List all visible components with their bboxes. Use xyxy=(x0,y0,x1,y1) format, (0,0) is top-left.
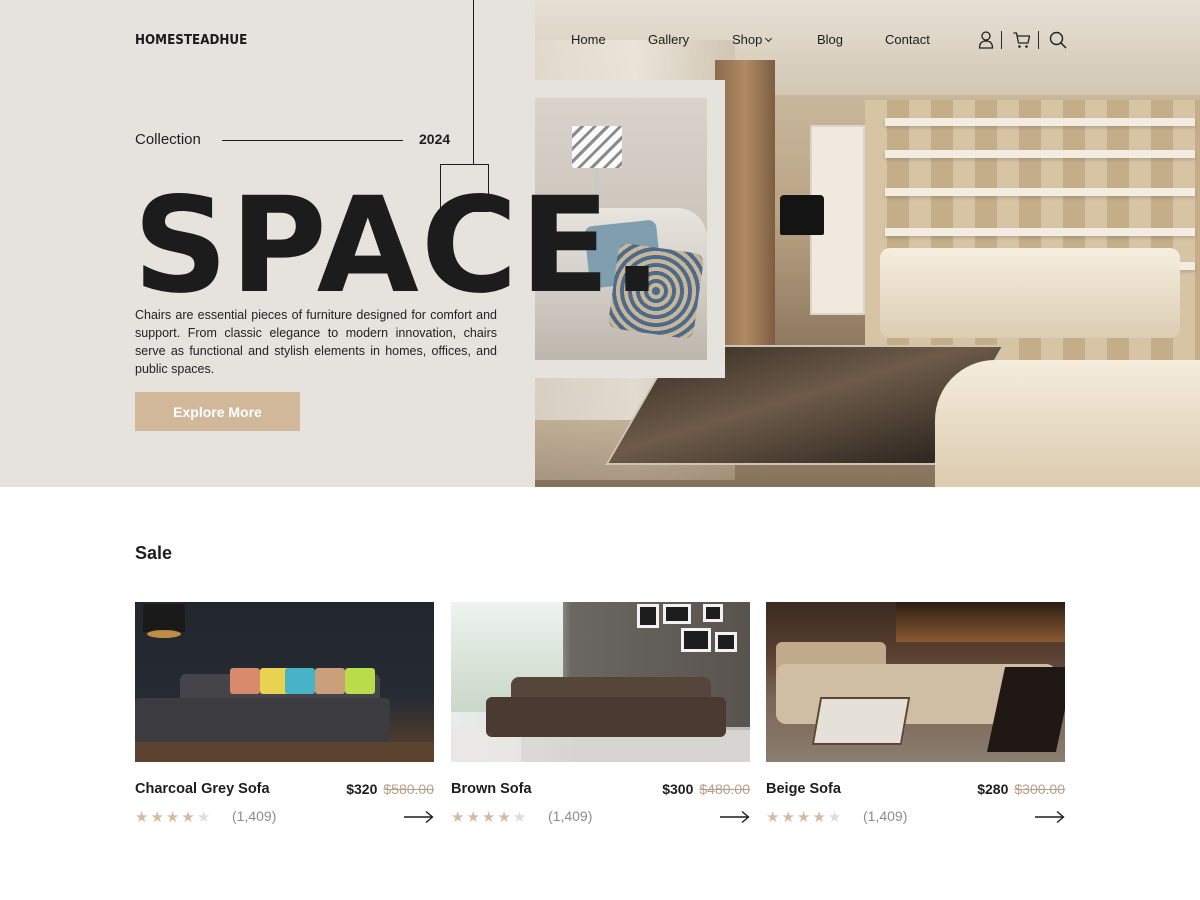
user-icon[interactable] xyxy=(976,30,996,50)
collection-divider xyxy=(222,140,403,141)
icon-separator xyxy=(1038,31,1039,49)
nav-blog[interactable]: Blog xyxy=(817,32,843,47)
decorative-vertical-line xyxy=(473,0,474,164)
star-icon: ★ xyxy=(766,809,782,826)
star-icon: ★ xyxy=(181,809,197,826)
product-image-brown-sofa[interactable] xyxy=(451,602,750,762)
product-card[interactable]: Beige Sofa $280 $300.00 ★★★★★ (1,409) xyxy=(766,602,1065,832)
original-price: $300.00 xyxy=(1014,781,1065,797)
hero-description: Chairs are essential pieces of furniture… xyxy=(135,308,497,376)
review-count: (1,409) xyxy=(863,808,908,824)
star-rating: ★★★★★ xyxy=(451,808,528,826)
star-icon: ★ xyxy=(512,809,529,826)
nav-home[interactable]: Home xyxy=(571,32,606,47)
product-name[interactable]: Charcoal Grey Sofa xyxy=(135,781,270,797)
collection-label: Collection xyxy=(135,131,201,148)
nav-contact[interactable]: Contact xyxy=(885,32,930,47)
hero-section: HOMESTEADHUE Home Gallery Shop Blog Cont… xyxy=(0,0,1200,487)
star-rating: ★★★★★ xyxy=(766,808,843,826)
icon-separator xyxy=(1001,31,1002,49)
star-icon: ★ xyxy=(135,809,151,826)
sale-price: $320 xyxy=(346,781,378,797)
sale-price: $300 xyxy=(662,781,694,797)
star-icon: ★ xyxy=(812,809,828,826)
nav-gallery[interactable]: Gallery xyxy=(648,32,689,47)
sale-price: $280 xyxy=(977,781,1009,797)
star-icon: ★ xyxy=(481,809,498,826)
original-price: $480.00 xyxy=(699,781,750,797)
product-name[interactable]: Beige Sofa xyxy=(766,781,841,797)
star-icon: ★ xyxy=(497,809,513,826)
explore-more-button[interactable]: Explore More xyxy=(135,392,300,431)
review-count: (1,409) xyxy=(232,808,277,824)
cart-icon[interactable] xyxy=(1012,30,1032,50)
product-card[interactable]: Brown Sofa $300 $480.00 ★★★★★ (1,409) xyxy=(451,602,750,832)
brand-logo[interactable]: HOMESTEADHUE xyxy=(135,33,247,48)
collection-year: 2024 xyxy=(419,131,451,147)
review-count: (1,409) xyxy=(548,808,593,824)
star-icon: ★ xyxy=(451,809,467,826)
star-icon: ★ xyxy=(781,809,797,826)
arrow-right-icon[interactable] xyxy=(1035,810,1065,824)
star-icon: ★ xyxy=(165,809,182,826)
search-icon[interactable] xyxy=(1048,30,1068,50)
product-card[interactable]: Charcoal Grey Sofa $320 $580.00 ★★★★★ (1,… xyxy=(135,602,434,832)
nav-shop-label: Shop xyxy=(732,32,763,47)
product-name[interactable]: Brown Sofa xyxy=(451,781,532,797)
star-icon: ★ xyxy=(466,809,482,826)
hero-headline: SPACE. xyxy=(133,169,665,323)
original-price: $580.00 xyxy=(383,781,434,797)
product-image-charcoal-sofa[interactable] xyxy=(135,602,434,762)
star-icon: ★ xyxy=(827,809,844,826)
arrow-right-icon[interactable] xyxy=(404,810,434,824)
nav-shop[interactable]: Shop xyxy=(732,32,773,47)
chevron-down-icon xyxy=(765,34,773,43)
product-price: $320 $580.00 xyxy=(346,781,434,797)
product-price: $300 $480.00 xyxy=(662,781,750,797)
arrow-right-icon[interactable] xyxy=(720,810,750,824)
product-price: $280 $300.00 xyxy=(977,781,1065,797)
star-icon: ★ xyxy=(796,809,813,826)
star-icon: ★ xyxy=(150,809,166,826)
star-icon: ★ xyxy=(196,809,213,826)
star-rating: ★★★★★ xyxy=(135,808,212,826)
product-image-beige-sofa[interactable] xyxy=(766,602,1065,762)
sale-heading: Sale xyxy=(135,543,173,563)
